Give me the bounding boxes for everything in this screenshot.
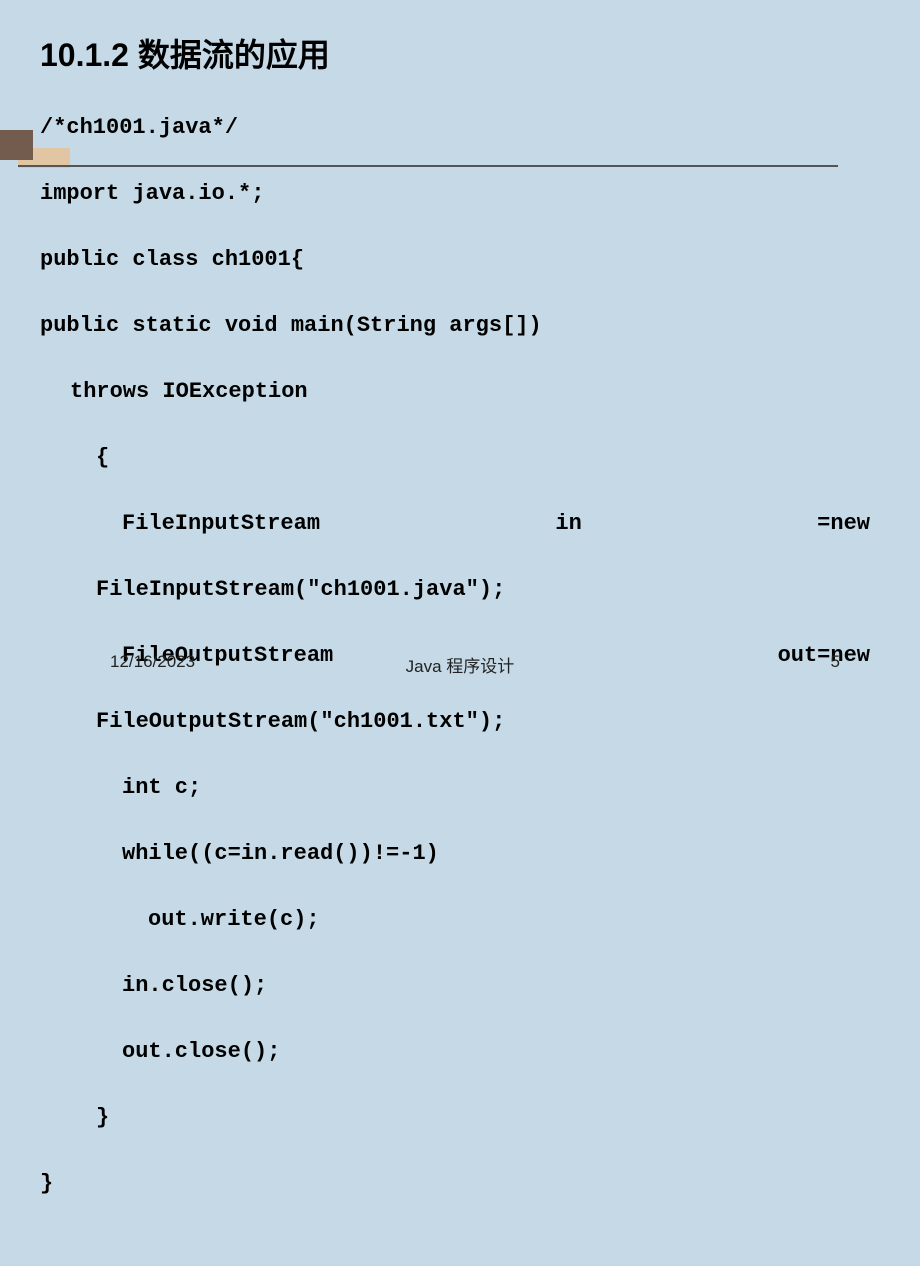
section-title: 数据流的应用 xyxy=(138,37,330,73)
code-line: int c; xyxy=(40,771,880,804)
accent-decoration-dark xyxy=(0,130,33,160)
footer-date: 12/16/2023 xyxy=(110,652,195,672)
code-line: { xyxy=(40,441,880,474)
code-line: FileInputStream("ch1001.java"); xyxy=(40,573,880,606)
heading-underline xyxy=(18,165,838,167)
code-line: } xyxy=(40,1167,880,1200)
code-line: out.close(); xyxy=(40,1035,880,1068)
section-number: 10.1.2 xyxy=(40,37,129,73)
code-line: FileOutputStream("ch1001.txt"); xyxy=(40,705,880,738)
code-line: public class ch1001{ xyxy=(40,243,880,276)
footer-title: Java 程序设计 xyxy=(406,652,515,677)
footer-page-number: 5 xyxy=(831,652,840,672)
code-line: FileInputStreamin=new xyxy=(40,507,870,540)
slide-footer: 12/16/2023 Java 程序设计 5 xyxy=(0,652,920,672)
code-line: import java.io.*; xyxy=(40,177,880,210)
code-line: throws IOException xyxy=(40,375,880,408)
code-line: while((c=in.read())!=-1) xyxy=(40,837,880,870)
code-line: } xyxy=(40,1101,880,1134)
slide-content: 10.1.2 数据流的应用 /*ch1001.java*/ import jav… xyxy=(0,0,920,690)
code-line: /*ch1001.java*/ xyxy=(40,111,880,144)
code-line: public static void main(String args[]) xyxy=(40,309,880,342)
code-line: out.write(c); xyxy=(40,903,880,936)
section-heading: 10.1.2 数据流的应用 xyxy=(40,30,880,76)
code-line: in.close(); xyxy=(40,969,880,1002)
